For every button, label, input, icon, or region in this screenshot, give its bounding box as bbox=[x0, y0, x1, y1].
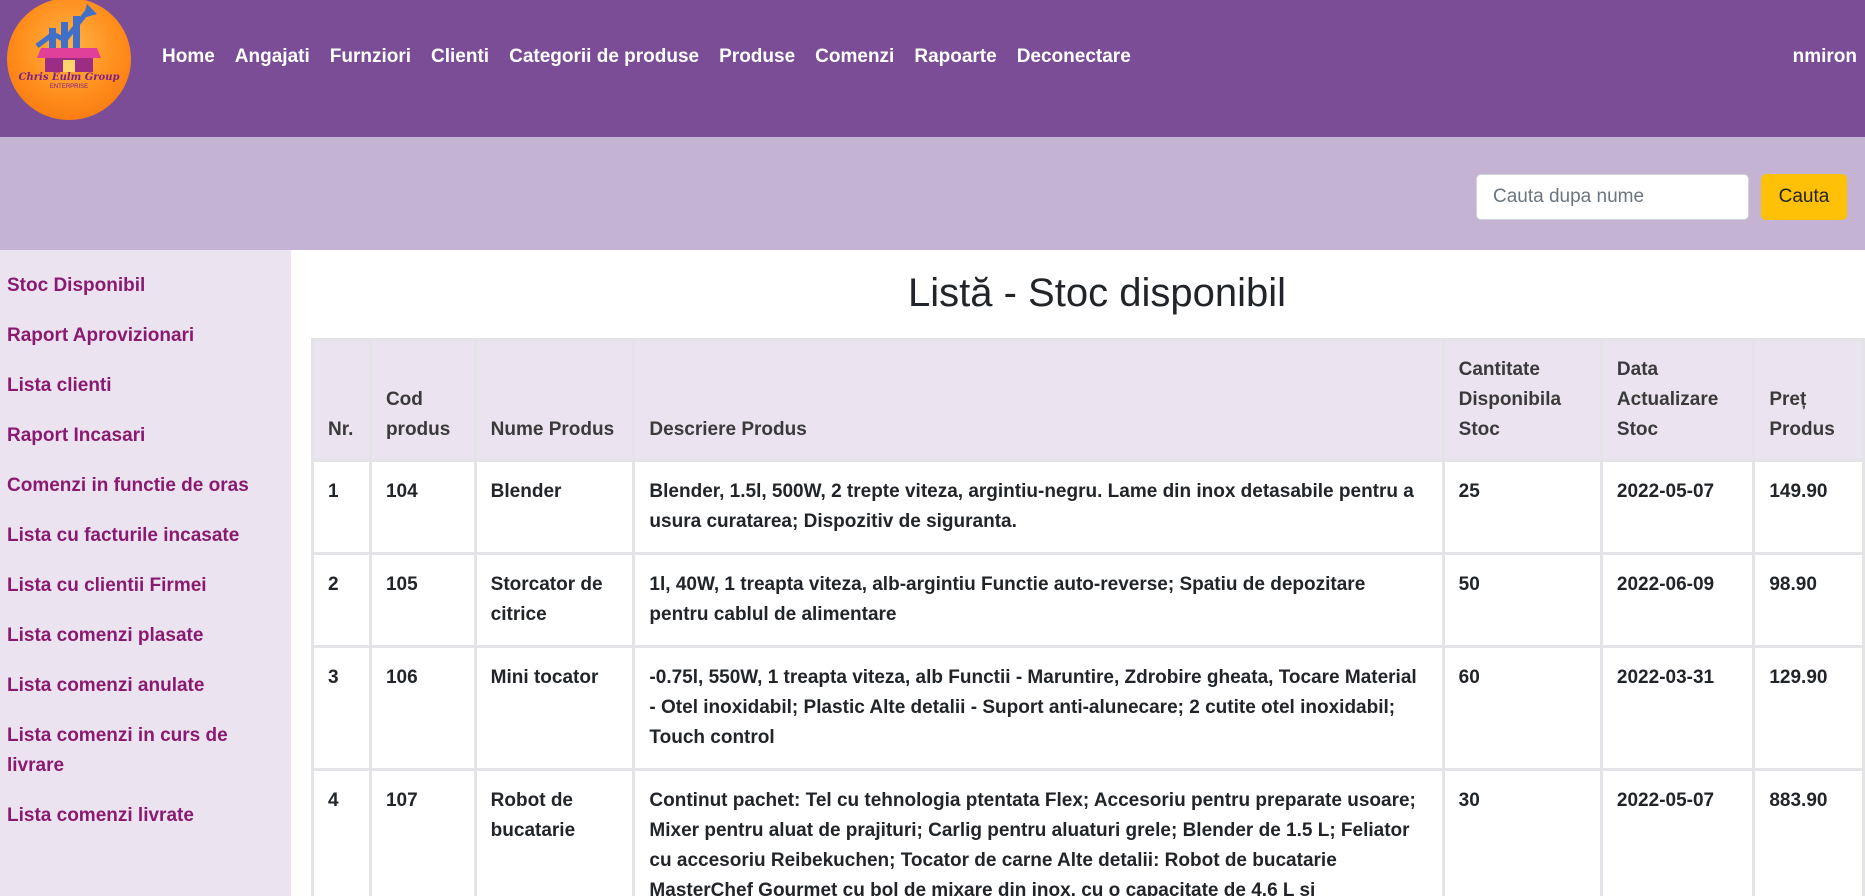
nav-furnizori[interactable]: Furnziori bbox=[330, 46, 411, 68]
sidebar-item-stoc-disponibil[interactable]: Stoc Disponibil bbox=[7, 271, 257, 301]
cell-pret-produs: 149.90 bbox=[1752, 459, 1865, 555]
sidebar-item-comenzi-oras[interactable]: Comenzi in functie de oras bbox=[7, 471, 257, 501]
column-header-pret-produs: Preț Produs bbox=[1752, 338, 1865, 462]
cell-nr: 2 bbox=[311, 552, 372, 648]
nav-produse[interactable]: Produse bbox=[719, 46, 795, 68]
sidebar-item-comenzi-plasate[interactable]: Lista comenzi plasate bbox=[7, 621, 257, 651]
cell-pret-produs: 129.90 bbox=[1752, 645, 1865, 771]
page-title: Listă - Stoc disponibil bbox=[908, 271, 1286, 315]
cell-cod-produs: 105 bbox=[368, 552, 477, 648]
search-button[interactable]: Cauta bbox=[1761, 174, 1847, 220]
sidebar-item-raport-incasari[interactable]: Raport Incasari bbox=[7, 421, 257, 451]
cell-descriere-produs: -0.75l, 550W, 1 treapta viteza, alb Func… bbox=[632, 645, 1445, 771]
cell-cod-produs: 107 bbox=[368, 768, 477, 896]
nav-comenzi[interactable]: Comenzi bbox=[815, 46, 894, 68]
cell-nume-produs: Mini tocator bbox=[473, 645, 636, 771]
cell-descriere-produs: Blender, 1.5l, 500W, 2 trepte viteza, ar… bbox=[632, 459, 1445, 555]
sidebar-item-comenzi-anulate[interactable]: Lista comenzi anulate bbox=[7, 671, 257, 701]
cell-cod-produs: 106 bbox=[368, 645, 477, 771]
sidebar-item-raport-aprovizionari[interactable]: Raport Aprovizionari bbox=[7, 321, 257, 351]
nav-clienti[interactable]: Clienti bbox=[431, 46, 489, 68]
nav-angajati[interactable]: Angajati bbox=[235, 46, 310, 68]
cell-descriere-produs: Continut pachet: Tel cu tehnologia ptent… bbox=[632, 768, 1445, 896]
store-chart-icon bbox=[35, 4, 101, 72]
cell-cantitate-stoc: 25 bbox=[1441, 459, 1603, 555]
column-header-data-actualizare: Data Actualizare Stoc bbox=[1599, 338, 1756, 462]
cell-nume-produs: Blender bbox=[473, 459, 636, 555]
cell-nume-produs: Robot de bucatarie bbox=[473, 768, 636, 896]
sidebar-item-comenzi-livrate[interactable]: Lista comenzi livrate bbox=[7, 801, 257, 831]
cell-nr: 1 bbox=[311, 459, 372, 555]
logo-text: Chris Eulm Group bbox=[18, 72, 120, 83]
brand-logo[interactable]: Chris Eulm Group ENTERPRISE bbox=[7, 0, 131, 120]
table-row: 4 107 Robot de bucatarie Continut pachet… bbox=[311, 768, 1865, 896]
nav-home[interactable]: Home bbox=[162, 46, 215, 68]
cell-data-actualizare: 2022-05-07 bbox=[1599, 768, 1756, 896]
search-input[interactable] bbox=[1476, 174, 1749, 220]
cell-cantitate-stoc: 60 bbox=[1441, 645, 1603, 771]
cell-nr: 3 bbox=[311, 645, 372, 771]
cell-cantitate-stoc: 50 bbox=[1441, 552, 1603, 648]
column-header-descriere-produs: Descriere Produs bbox=[632, 338, 1445, 462]
column-header-cantitate-stoc: Cantitate Disponibila Stoc bbox=[1441, 338, 1603, 462]
column-header-nume-produs: Nume Produs bbox=[473, 338, 636, 462]
search-bar: Cauta bbox=[0, 137, 1865, 250]
top-navbar: Chris Eulm Group ENTERPRISE Home Angajat… bbox=[0, 0, 1865, 137]
cell-descriere-produs: 1l, 40W, 1 treapta viteza, alb-argintiu … bbox=[632, 552, 1445, 648]
logo-subtext: ENTERPRISE bbox=[49, 84, 89, 90]
sidebar-item-clientii-firmei[interactable]: Lista cu clientii Firmei bbox=[7, 571, 257, 601]
current-user[interactable]: nmiron bbox=[1793, 46, 1857, 68]
cell-data-actualizare: 2022-03-31 bbox=[1599, 645, 1756, 771]
table-row: 3 106 Mini tocator -0.75l, 550W, 1 treap… bbox=[311, 645, 1865, 771]
stock-table: Nr. Cod produs Nume Produs Descriere Pro… bbox=[311, 338, 1865, 896]
table-header-row: Nr. Cod produs Nume Produs Descriere Pro… bbox=[311, 338, 1865, 462]
nav-categorii-produse[interactable]: Categorii de produse bbox=[509, 46, 699, 68]
cell-cod-produs: 104 bbox=[368, 459, 477, 555]
main-content: Listă - Stoc disponibil Nr. Cod produs N… bbox=[291, 250, 1865, 896]
cell-pret-produs: 883.90 bbox=[1752, 768, 1865, 896]
nav-deconectare[interactable]: Deconectare bbox=[1017, 46, 1131, 68]
nav-rapoarte[interactable]: Rapoarte bbox=[914, 46, 996, 68]
cell-data-actualizare: 2022-05-07 bbox=[1599, 459, 1756, 555]
cell-data-actualizare: 2022-06-09 bbox=[1599, 552, 1756, 648]
sidebar-item-comenzi-in-curs[interactable]: Lista comenzi in curs de livrare bbox=[7, 721, 257, 781]
table-row: 2 105 Storcator de citrice 1l, 40W, 1 tr… bbox=[311, 552, 1865, 648]
table-row: 1 104 Blender Blender, 1.5l, 500W, 2 tre… bbox=[311, 459, 1865, 555]
cell-nr: 4 bbox=[311, 768, 372, 896]
column-header-cod-produs: Cod produs bbox=[368, 338, 477, 462]
sidebar-item-lista-clienti[interactable]: Lista clienti bbox=[7, 371, 257, 401]
main-nav: Home Angajati Furnziori Clienti Categori… bbox=[162, 46, 1151, 68]
cell-cantitate-stoc: 30 bbox=[1441, 768, 1603, 896]
sidebar-item-facturi-incasate[interactable]: Lista cu facturile incasate bbox=[7, 521, 257, 551]
column-header-nr: Nr. bbox=[311, 338, 372, 462]
cell-pret-produs: 98.90 bbox=[1752, 552, 1865, 648]
cell-nume-produs: Storcator de citrice bbox=[473, 552, 636, 648]
sidebar: Stoc Disponibil Raport Aprovizionari Lis… bbox=[0, 250, 291, 896]
